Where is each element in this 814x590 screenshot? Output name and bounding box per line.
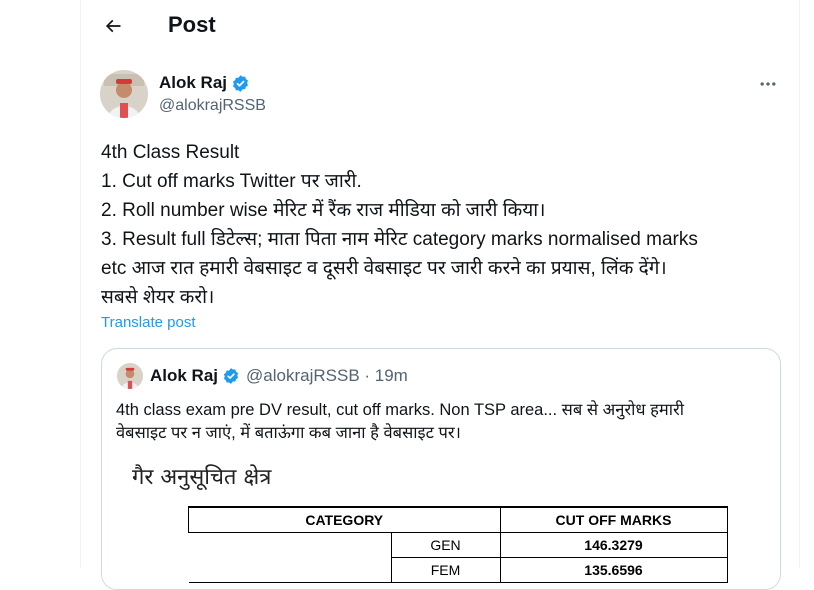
- table-cell-subcategory: GEN: [390, 532, 501, 558]
- post-column: Post Alok Raj @alokrajRSSB 4th Class Res…: [80, 0, 800, 590]
- post-text: 4th Class Result 1. Cut off marks Twitte…: [101, 138, 781, 312]
- table-header-cutoff: CUT OFF MARKS: [499, 506, 728, 533]
- quoted-text-line: 4th class exam pre DV result, cut off ma…: [116, 401, 685, 419]
- quoted-text-line: वेबसाइट पर न जाएं, में बताऊंगा कब जाना ह…: [116, 424, 461, 442]
- page-title: Post: [168, 12, 216, 37]
- author-handle[interactable]: @alokrajRSSB: [159, 97, 266, 115]
- table-cell-value: 135.6596: [499, 557, 728, 583]
- verified-badge-icon: [222, 367, 240, 385]
- post-text-line: 3. Result full डिटेल्स; माता पिता नाम मे…: [101, 229, 698, 250]
- table-header-category: CATEGORY: [188, 506, 501, 533]
- translate-post-link[interactable]: Translate post: [101, 314, 196, 331]
- verified-badge-icon: [231, 74, 250, 93]
- quoted-text: 4th class exam pre DV result, cut off ma…: [116, 399, 766, 445]
- post-text-line: 4th Class Result: [101, 142, 240, 163]
- table-cell-empty: [188, 532, 392, 583]
- quoted-avatar: [117, 363, 143, 389]
- quoted-post[interactable]: Alok Raj @alokrajRSSB · 19m 4th class ex…: [101, 348, 781, 590]
- more-options-button[interactable]: [753, 72, 783, 96]
- post-text-line: etc आज रात हमारी वेबसाइट व दूसरी वेबसाइट…: [101, 258, 667, 279]
- cutoff-table: CATEGORY CUT OFF MARKS GEN 146.3279 FEM …: [188, 506, 728, 583]
- image-heading: गैर अनुसूचित क्षेत्र: [132, 465, 272, 490]
- avatar[interactable]: [100, 70, 148, 118]
- author-row: Alok Raj: [159, 73, 250, 93]
- quoted-author-handle: @alokrajRSSB · 19m: [246, 366, 408, 385]
- author-name[interactable]: Alok Raj: [159, 73, 227, 93]
- quoted-author-name: Alok Raj: [150, 366, 219, 385]
- table-row: GEN 146.3279: [188, 532, 728, 583]
- back-button[interactable]: [97, 10, 129, 42]
- arrow-left-icon: [105, 19, 121, 33]
- more-horizontal-icon: [760, 82, 776, 86]
- table-header-row: CATEGORY CUT OFF MARKS: [188, 506, 728, 533]
- quoted-author-row: Alok Raj @alokrajRSSB · 19m: [150, 366, 408, 386]
- quoted-image[interactable]: गैर अनुसूचित क्षेत्र CATEGORY CUT OFF MA…: [102, 453, 780, 589]
- table-cell-subcategory: FEM: [390, 557, 501, 583]
- post-text-line: सबसे शेयर करो।: [101, 287, 215, 308]
- post-header: Post: [81, 0, 799, 52]
- post-text-line: 2. Roll number wise मेरिट में रैंक राज म…: [101, 200, 546, 221]
- post-text-line: 1. Cut off marks Twitter पर जारी.: [101, 171, 362, 192]
- table-cell-value: 146.3279: [499, 532, 728, 558]
